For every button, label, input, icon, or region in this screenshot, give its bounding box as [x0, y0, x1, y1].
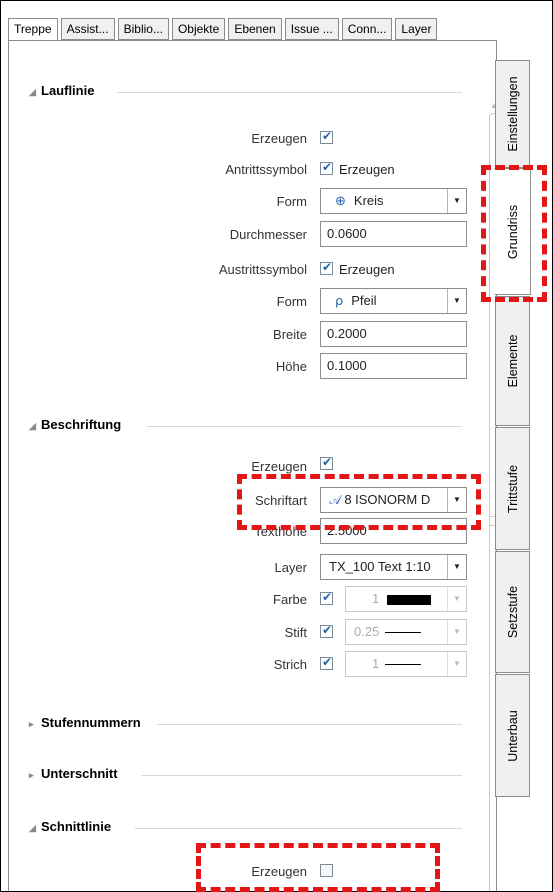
section-title: Unterschnitt — [41, 766, 118, 781]
section-schnittlinie[interactable]: ◢ Schnittlinie — [29, 819, 462, 834]
side-tab-elemente[interactable]: Elemente — [495, 296, 530, 426]
collapse-triangle-icon: ◢ — [29, 421, 36, 431]
durchmesser-input[interactable]: 0.0600 — [320, 221, 467, 247]
top-tab-bar: Treppe Assist... Biblio... Objekte Ebene… — [8, 18, 440, 41]
breite-input[interactable]: 0.2000 — [320, 321, 467, 347]
tab-conn[interactable]: Conn... — [341, 18, 393, 40]
section-title: Stufennummern — [41, 715, 141, 730]
section-divider — [117, 92, 462, 93]
tab-ebenen[interactable]: Ebenen — [228, 18, 282, 40]
section-divider — [157, 724, 462, 725]
austrittssymbol-label: Austrittssymbol — [218, 262, 307, 277]
check-icon: ✔ — [322, 160, 333, 174]
collapse-triangle-icon: ◢ — [29, 823, 36, 833]
dropdown-arrow-icon[interactable]: ▼ — [447, 555, 466, 579]
section-title: Beschriftung — [41, 417, 122, 432]
beschriftung-erzeugen-label: Erzeugen — [251, 459, 307, 474]
form-kreis-select[interactable]: ⊕ Kreis ▼ — [320, 188, 467, 214]
form-pfeil-select[interactable]: ⍴ Pfeil ▼ — [320, 288, 467, 314]
breite-label: Breite — [273, 327, 307, 342]
austrittssymbol-checkbox[interactable]: ✔ — [320, 260, 333, 275]
austrittssymbol-text: Erzeugen — [339, 262, 395, 277]
side-tab-setzstufe[interactable]: Setzstufe — [495, 551, 530, 673]
section-unterschnitt[interactable]: ▸ Unterschnitt — [29, 766, 462, 781]
circle-symbol-icon: ⊕ — [335, 193, 346, 208]
properties-panel: ◢ Lauflinie Erzeugen ✔ Antrittssymbol ✔ E… — [8, 40, 497, 891]
stift-select[interactable]: 0.25 ▼ — [345, 619, 467, 645]
check-icon: ✔ — [322, 655, 333, 669]
tab-issue[interactable]: Issue ... — [284, 18, 339, 40]
form2-label: Form — [276, 294, 307, 309]
tab-layer[interactable]: Layer — [395, 18, 438, 40]
check-icon: ✔ — [322, 260, 333, 274]
arrow-symbol-icon: ⍴ — [335, 293, 344, 308]
strich-checkbox[interactable]: ✔ — [320, 655, 333, 670]
erzeugen-checkbox[interactable]: ✔ — [320, 129, 333, 144]
select-value: 1 — [372, 587, 432, 611]
form-label: Form — [276, 194, 307, 209]
strich-select[interactable]: 1 ▼ — [345, 651, 467, 677]
hoehe-label: Höhe — [275, 359, 307, 374]
collapse-triangle-icon: ◢ — [29, 87, 36, 97]
select-value: 0.25 — [354, 620, 422, 644]
expand-triangle-icon: ▸ — [29, 719, 34, 729]
dropdown-arrow-icon[interactable]: ▼ — [447, 652, 466, 676]
tab-biblio[interactable]: Biblio... — [117, 18, 169, 40]
strich-label: Strich — [273, 657, 307, 672]
beschriftung-erzeugen-checkbox[interactable]: ✔ — [320, 455, 333, 470]
section-lauflinie[interactable]: ◢ Lauflinie — [29, 83, 462, 98]
select-value: TX_100 Text 1:10 — [329, 559, 431, 574]
farbe-label: Farbe — [273, 592, 307, 607]
antrittssymbol-text: Erzeugen — [339, 162, 395, 177]
hoehe-input[interactable]: 0.1000 — [320, 353, 467, 379]
select-value: ⊕ Kreis — [335, 193, 384, 208]
stift-checkbox[interactable]: ✔ — [320, 623, 333, 638]
section-title: Lauflinie — [41, 83, 95, 98]
check-icon: ✔ — [322, 129, 333, 143]
check-icon: ✔ — [322, 623, 333, 637]
section-beschriftung[interactable]: ◢ Beschriftung — [29, 417, 462, 432]
color-swatch — [387, 594, 432, 605]
antrittssymbol-label: Antrittssymbol — [225, 162, 307, 177]
dropdown-arrow-icon[interactable]: ▼ — [447, 189, 466, 213]
check-icon: ✔ — [322, 455, 333, 469]
section-divider — [141, 775, 462, 776]
layer-select[interactable]: TX_100 Text 1:10 ▼ — [320, 554, 467, 580]
section-divider — [147, 426, 462, 427]
stift-label: Stift — [284, 625, 307, 640]
side-tab-einstellungen[interactable]: Einstellungen — [495, 60, 530, 168]
tab-objekte[interactable]: Objekte — [171, 18, 226, 40]
pen-line-preview — [385, 632, 422, 634]
layer-label: Layer — [274, 560, 307, 575]
dropdown-arrow-icon[interactable]: ▼ — [447, 620, 466, 644]
select-value: 1 — [372, 652, 422, 676]
dropdown-arrow-icon[interactable]: ▼ — [447, 587, 466, 611]
antrittssymbol-checkbox[interactable]: ✔ — [320, 160, 333, 175]
dropdown-arrow-icon[interactable]: ▼ — [447, 289, 466, 313]
section-stufennummern[interactable]: ▸ Stufennummern — [29, 715, 462, 730]
expand-triangle-icon: ▸ — [29, 770, 34, 780]
farbe-select[interactable]: 1 ▼ — [345, 586, 467, 612]
durchmesser-label: Durchmesser — [229, 227, 307, 242]
tab-treppe[interactable]: Treppe — [8, 18, 58, 41]
highlight-grundriss — [481, 165, 547, 302]
highlight-schnittlinie-erzeugen — [196, 843, 440, 892]
farbe-checkbox[interactable]: ✔ — [320, 590, 333, 605]
section-title: Schnittlinie — [41, 819, 112, 834]
line-style-preview — [385, 664, 422, 666]
erzeugen-label: Erzeugen — [251, 131, 307, 146]
check-icon: ✔ — [322, 590, 333, 604]
highlight-schriftart — [237, 474, 481, 530]
select-value: ⍴ Pfeil — [335, 293, 377, 308]
side-tab-trittstufe[interactable]: Trittstufe — [495, 427, 530, 550]
section-divider — [135, 828, 462, 829]
side-tab-unterbau[interactable]: Unterbau — [495, 674, 530, 797]
tab-assist[interactable]: Assist... — [60, 18, 115, 40]
